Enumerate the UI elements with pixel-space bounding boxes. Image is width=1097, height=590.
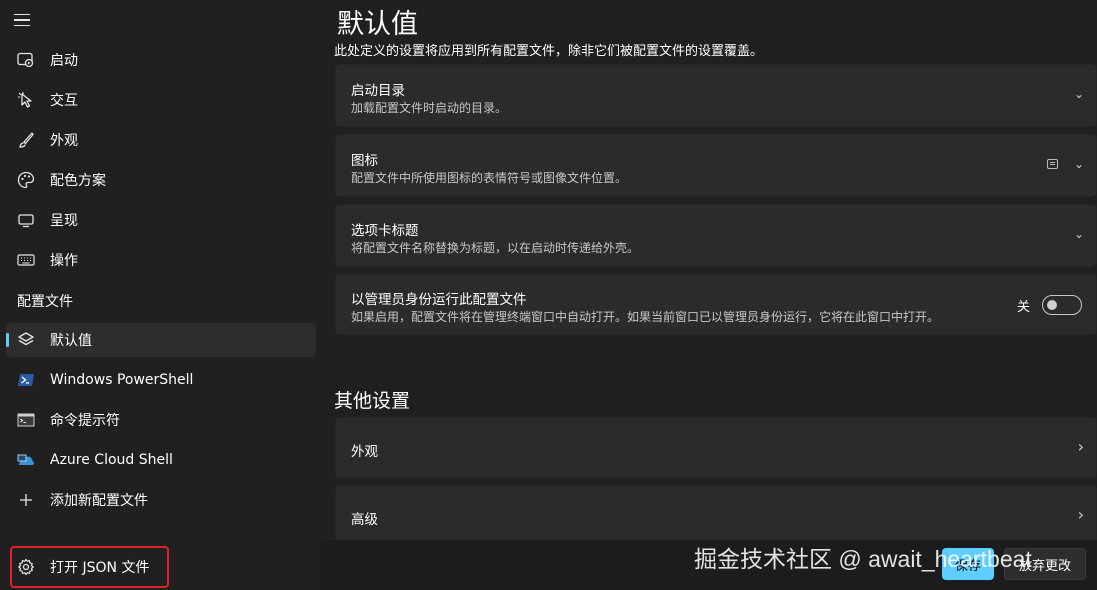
chevron-down-icon[interactable]: ⌄ xyxy=(1074,87,1084,101)
watermark: 掘金技术社区 @ await_heartbeat xyxy=(694,546,1032,572)
profiles-section-header: 配置文件 xyxy=(17,294,73,310)
chevron-right-icon: › xyxy=(1077,505,1084,524)
setting-card-starting-directory[interactable]: 启动目录 加载配置文件时启动的目录。 ⌄ xyxy=(335,64,1097,127)
startup-icon xyxy=(16,50,36,70)
palette-icon xyxy=(16,170,36,190)
open-json-label: 打开 JSON 文件 xyxy=(50,560,150,576)
other-settings-header: 其他设置 xyxy=(334,390,411,412)
card-description: 如果启用，配置文件将在管理终端窗口中自动打开。如果当前窗口已以管理员身份运行，它… xyxy=(351,310,940,324)
powershell-icon xyxy=(16,370,36,390)
toggle-state-label: 关 xyxy=(1016,300,1030,315)
page-subtitle: 此处定义的设置将应用到所有配置文件，除非它们被配置文件的设置覆盖。 xyxy=(334,44,764,59)
page-title: 默认值 xyxy=(337,9,418,40)
card-title: 启动目录 xyxy=(351,83,405,99)
sidebar-item-label: 添加新配置文件 xyxy=(50,493,148,509)
interaction-icon xyxy=(16,90,36,110)
setting-card-icon[interactable]: 图标 配置文件中所使用图标的表情符号或图像文件位置。 ⌄ xyxy=(335,134,1097,197)
sidebar-item-azure-cloud-shell[interactable]: Azure Cloud Shell xyxy=(6,443,316,477)
chevron-right-icon: › xyxy=(1077,437,1084,456)
sidebar-item-command-prompt[interactable]: 命令提示符 xyxy=(6,403,316,437)
main-content: 默认值 此处定义的设置将应用到所有配置文件，除非它们被配置文件的设置覆盖。 启动… xyxy=(320,0,1097,546)
sidebar-item-actions[interactable]: 操作 xyxy=(6,243,316,277)
gear-icon xyxy=(16,557,36,577)
setting-card-run-as-admin: 以管理员身份运行此配置文件 如果启用，配置文件将在管理终端窗口中自动打开。如果当… xyxy=(335,274,1097,335)
setting-card-appearance[interactable]: 外观 › xyxy=(335,417,1097,478)
card-description: 将配置文件名称替换为标题，以在启动时传递给外壳。 xyxy=(351,241,640,255)
sidebar-item-label: 外观 xyxy=(50,133,78,149)
card-title: 图标 xyxy=(351,153,378,169)
plus-icon xyxy=(16,490,36,510)
sidebar-item-label: 操作 xyxy=(50,253,78,269)
chevron-down-icon[interactable]: ⌄ xyxy=(1074,157,1084,171)
sidebar-item-label: 命令提示符 xyxy=(50,413,120,429)
hamburger-menu-icon[interactable] xyxy=(14,10,36,30)
sidebar-item-label: 启动 xyxy=(50,53,78,69)
keyboard-icon xyxy=(16,250,36,270)
sidebar-item-rendering[interactable]: 呈现 xyxy=(6,203,316,237)
sidebar-item-defaults[interactable]: 默认值 xyxy=(6,323,316,357)
appearance-brush-icon xyxy=(16,130,36,150)
card-description: 配置文件中所使用图标的表情符号或图像文件位置。 xyxy=(351,171,628,185)
toggle-knob xyxy=(1047,300,1057,310)
card-title: 外观 xyxy=(351,444,378,460)
sidebar-item-label: 呈现 xyxy=(50,213,78,229)
sidebar-item-label: Azure Cloud Shell xyxy=(50,452,173,468)
cmd-icon xyxy=(16,410,36,430)
sidebar-item-appearance[interactable]: 外观 xyxy=(6,123,316,157)
sidebar-item-interaction[interactable]: 交互 xyxy=(6,83,316,117)
card-title: 选项卡标题 xyxy=(351,223,419,239)
sidebar-item-label: 交互 xyxy=(50,93,78,109)
sidebar: 启动 交互 外观 配色方案 呈现 操作 配置文件 默认值 Windows Pow… xyxy=(0,0,320,590)
sidebar-item-label: 配色方案 xyxy=(50,173,106,189)
sidebar-item-add-profile[interactable]: 添加新配置文件 xyxy=(6,483,316,517)
card-title: 以管理员身份运行此配置文件 xyxy=(351,292,527,308)
sidebar-item-color-schemes[interactable]: 配色方案 xyxy=(6,163,316,197)
open-json-button[interactable]: 打开 JSON 文件 xyxy=(10,546,169,588)
sidebar-item-label: 默认值 xyxy=(50,333,92,349)
card-title: 高级 xyxy=(351,512,378,528)
run-as-admin-toggle[interactable] xyxy=(1042,295,1082,315)
sidebar-item-startup[interactable]: 启动 xyxy=(6,43,316,77)
sidebar-item-label: Windows PowerShell xyxy=(50,372,194,388)
setting-card-tab-title[interactable]: 选项卡标题 将配置文件名称替换为标题，以在启动时传递给外壳。 ⌄ xyxy=(335,204,1097,267)
image-file-icon xyxy=(1047,159,1058,169)
setting-card-advanced[interactable]: 高级 › xyxy=(335,485,1097,546)
monitor-icon xyxy=(16,210,36,230)
chevron-down-icon[interactable]: ⌄ xyxy=(1074,227,1084,241)
azure-icon xyxy=(16,450,36,470)
layers-icon xyxy=(16,330,36,350)
card-description: 加载配置文件时启动的目录。 xyxy=(351,101,508,115)
sidebar-item-windows-powershell[interactable]: Windows PowerShell xyxy=(6,363,316,397)
